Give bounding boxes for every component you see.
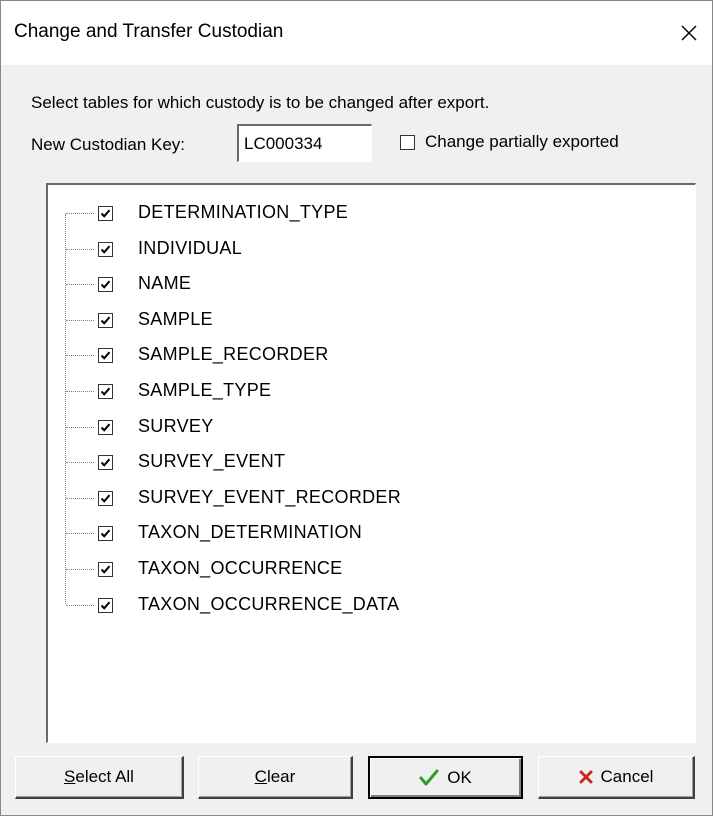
tree-branch-line (66, 533, 94, 535)
tables-tree[interactable]: DETERMINATION_TYPE INDIVIDUAL NAME SAMPLE SA… (46, 183, 696, 743)
checkmark-icon (100, 209, 111, 218)
checkmark-icon (100, 601, 111, 610)
clear-button[interactable]: Clear (198, 756, 353, 799)
checkmark-icon (100, 529, 111, 539)
instruction-text: Select tables for which custody is to be… (31, 93, 490, 112)
tree-item-label: SAMPLE_TYPE (138, 380, 272, 400)
tree-item[interactable]: SAMPLE_RECORDER (48, 338, 678, 374)
tree-item-label: SURVEY (138, 415, 214, 436)
tree-branch-line (66, 462, 94, 464)
tree-item-checkbox[interactable] (98, 312, 113, 328)
tree-item[interactable]: INDIVIDUAL (48, 232, 678, 268)
close-icon (681, 25, 697, 41)
tree-item[interactable]: SURVEY_EVENT_RECORDER (48, 481, 678, 517)
dialog-window: Change and Transfer Custodian Select tab… (0, 0, 713, 816)
tree-branch-line (66, 355, 94, 357)
checkmark-icon (100, 494, 111, 503)
tree-item-checkbox[interactable] (98, 348, 113, 364)
tree-branch-line (66, 213, 94, 214)
tree-item-checkbox[interactable] (98, 384, 113, 399)
tree-item[interactable]: SURVEY_EVENT (48, 445, 678, 481)
tree-item-checkbox[interactable] (98, 419, 113, 435)
tree-item-checkbox[interactable] (98, 490, 113, 506)
clear-label: lear (266, 767, 296, 786)
tree-item-checkbox[interactable] (98, 597, 113, 613)
tree-item-label: DETERMINATION_TYPE (138, 202, 349, 222)
tree-item-checkbox[interactable] (98, 277, 113, 293)
checkmark-icon (100, 387, 111, 396)
tree-item[interactable]: TAXON_OCCURRENCE_DATA (48, 588, 678, 624)
tree-branch-line (66, 248, 94, 250)
tree-branch-line (66, 319, 94, 321)
tree-branch-line (66, 284, 94, 286)
checkmark-icon (100, 423, 111, 432)
clear-accel: C (254, 767, 267, 786)
checkmark-icon (100, 565, 111, 574)
tree-item-label: TAXON_OCCURRENCE_DATA (138, 593, 400, 614)
checkmark-icon (100, 316, 111, 325)
tree-item-label: SAMPLE (138, 308, 213, 329)
close-button[interactable] (666, 1, 712, 65)
checkmark-icon (100, 280, 111, 289)
tree-item[interactable]: SAMPLE_TYPE (48, 374, 678, 410)
checkbox-box[interactable] (400, 134, 415, 150)
tree-item[interactable]: TAXON_OCCURRENCE (48, 552, 678, 588)
tree-item[interactable]: NAME (48, 267, 678, 303)
ok-button[interactable]: OK (368, 756, 523, 799)
tree-item[interactable]: SURVEY (48, 410, 678, 446)
tree-item-label: INDIVIDUAL (138, 237, 243, 258)
tree-branch-line (66, 569, 94, 570)
tree-item-label: NAME (138, 273, 192, 294)
tree-item[interactable]: DETERMINATION_TYPE (48, 196, 678, 232)
window-title: Change and Transfer Custodian (14, 21, 284, 42)
tree-item-checkbox[interactable] (98, 455, 113, 471)
tree-branch-line (66, 426, 94, 428)
tree-item-label: TAXON_OCCURRENCE (138, 558, 343, 578)
tree-branch-line (66, 391, 94, 392)
tree-item-checkbox[interactable] (98, 241, 113, 257)
title-bar: Change and Transfer Custodian (1, 1, 712, 65)
change-partially-exported-label: Change partially exported (425, 132, 619, 151)
tree-item[interactable]: TAXON_DETERMINATION (48, 516, 678, 552)
tree-item-checkbox[interactable] (98, 526, 113, 542)
select-all-label: elect All (75, 767, 134, 786)
select-all-accel: S (64, 767, 76, 786)
tree-item-label: SURVEY_EVENT (138, 451, 286, 472)
tree-item-checkbox[interactable] (98, 562, 113, 577)
change-partially-exported-checkbox[interactable]: Change partially exported (400, 132, 619, 152)
select-all-button[interactable]: Select All (15, 756, 184, 799)
tree-branch-line (66, 497, 94, 499)
cancel-button[interactable]: Cancel (538, 756, 695, 799)
checkmark-icon (100, 351, 111, 361)
tree-branch-line (66, 604, 94, 606)
checkmark-icon (100, 458, 111, 467)
tree-item-checkbox[interactable] (98, 206, 113, 221)
checkmark-icon (100, 245, 111, 254)
custodian-key-input[interactable] (237, 124, 372, 162)
tree-item-label: SURVEY_EVENT_RECORDER (138, 486, 402, 507)
cross-icon (579, 770, 593, 784)
custodian-key-label: New Custodian Key: (31, 135, 186, 154)
cancel-label: Cancel (600, 767, 654, 786)
ok-label: OK (447, 767, 472, 787)
checkmark-icon (419, 769, 439, 787)
tree-item[interactable]: SAMPLE (48, 303, 678, 339)
tree-item-label: TAXON_DETERMINATION (138, 522, 363, 543)
tree-item-label: SAMPLE_RECORDER (138, 344, 329, 365)
